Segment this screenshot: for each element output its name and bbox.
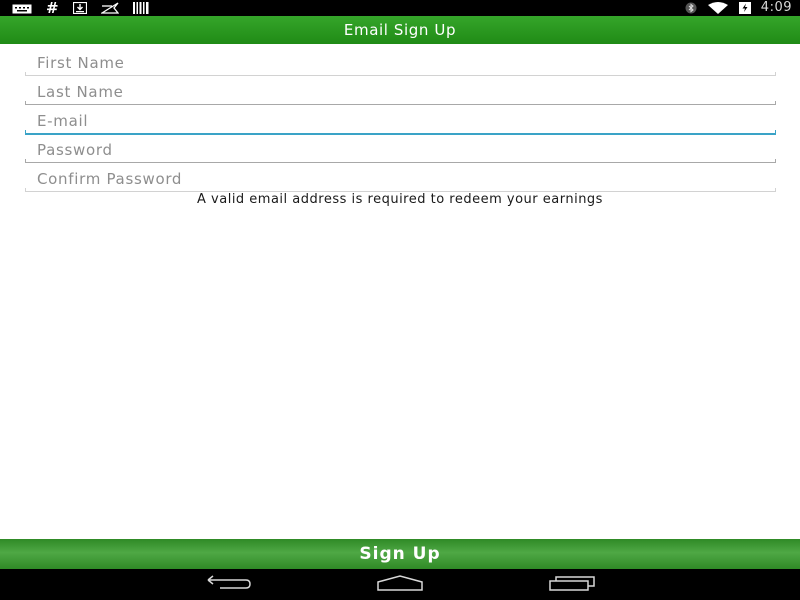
status-left-icons: #: [12, 0, 163, 16]
signup-form: [24, 48, 776, 193]
confirm-password-input[interactable]: [24, 164, 776, 191]
bluetooth-icon: [685, 0, 697, 18]
sign-up-button[interactable]: Sign Up: [0, 539, 800, 569]
keyboard-icon: [12, 0, 32, 18]
page-title: Email Sign Up: [343, 21, 457, 39]
status-clock: 4:09: [760, 0, 792, 15]
battery-charging-icon: [738, 0, 751, 18]
flag-icon: [99, 0, 119, 18]
status-right-icons: 4:09: [675, 0, 792, 16]
last-name-underline: [25, 101, 776, 105]
status-bar: # 4:09: [0, 0, 800, 16]
back-icon: [206, 575, 252, 595]
hash-icon: #: [46, 0, 59, 17]
barcode-icon: [132, 0, 149, 18]
navigation-bar: [0, 569, 800, 600]
first-name-input[interactable]: [24, 48, 776, 75]
password-input[interactable]: [24, 135, 776, 162]
email-field-wrapper: [24, 106, 776, 135]
email-input[interactable]: [24, 106, 776, 133]
recent-apps-icon: [548, 575, 596, 595]
first-name-underline: [25, 72, 776, 76]
last-name-field-wrapper: [24, 77, 776, 106]
home-button[interactable]: [370, 572, 430, 598]
email-requirement-note: A valid email address is required to red…: [197, 192, 603, 207]
wifi-icon: [707, 0, 729, 18]
password-field-wrapper: [24, 135, 776, 164]
first-name-field-wrapper: [24, 48, 776, 77]
home-icon: [375, 575, 425, 595]
password-underline: [25, 159, 776, 163]
back-button[interactable]: [199, 572, 259, 598]
last-name-input[interactable]: [24, 77, 776, 104]
download-icon: [72, 0, 87, 18]
title-bar: Email Sign Up: [0, 16, 800, 44]
confirm-password-field-wrapper: [24, 164, 776, 193]
recent-apps-button[interactable]: [542, 572, 602, 598]
